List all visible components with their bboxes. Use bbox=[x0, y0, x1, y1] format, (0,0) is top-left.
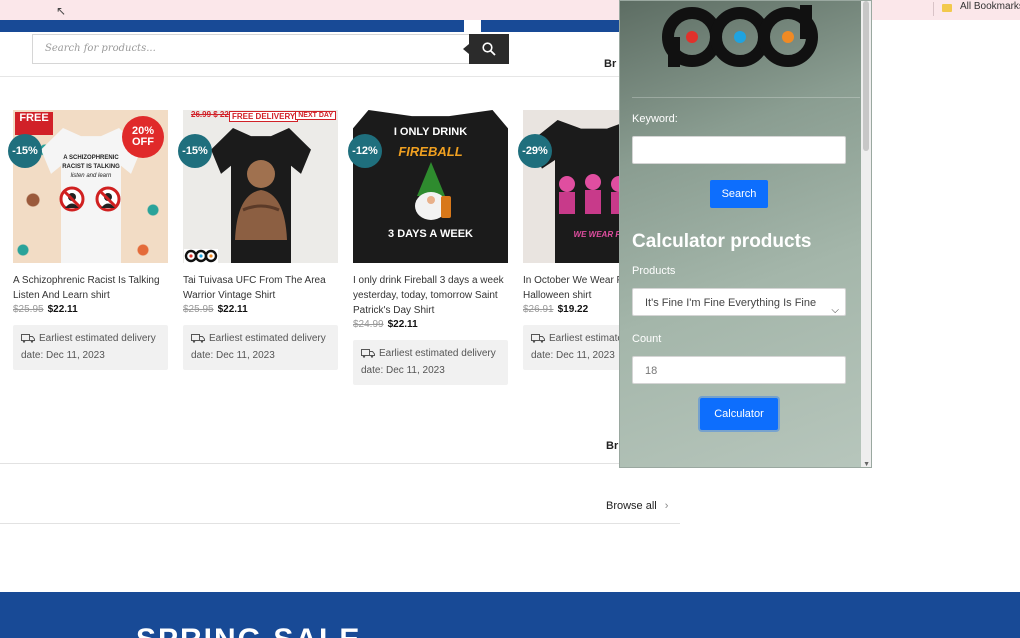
old-price: $25.95 bbox=[183, 304, 214, 315]
delivery-text: Earliest estimated delivery date: Dec 11… bbox=[191, 333, 326, 361]
truck-icon bbox=[531, 334, 545, 343]
banner-title: SPRING SALE bbox=[136, 623, 361, 638]
browse-link-partial[interactable]: Br bbox=[606, 440, 618, 452]
browse-all-link[interactable]: Browse all › bbox=[606, 500, 668, 512]
search-icon bbox=[482, 42, 496, 56]
truck-icon bbox=[21, 334, 35, 343]
search-input[interactable]: Search for products... bbox=[32, 34, 469, 64]
new-price: $22.11 bbox=[217, 304, 248, 315]
free-badge: FREE bbox=[15, 112, 53, 135]
delivery-estimate: Earliest estimated delivery date: Dec 11… bbox=[183, 325, 338, 370]
product-card[interactable]: FREE 20% OFF A SCHIZOPHRENIC RACIST IS T… bbox=[8, 110, 168, 370]
pod-logo-icon bbox=[184, 249, 218, 263]
mouse-cursor-icon: ↖ bbox=[56, 4, 67, 18]
product-card[interactable]: I ONLY DRINK FIREBALL 3 DAYS A WEEK -12%… bbox=[348, 110, 508, 385]
keyword-label: Keyword: bbox=[632, 113, 678, 125]
popup-divider bbox=[632, 97, 860, 98]
nav-bar bbox=[0, 20, 464, 32]
chevron-right-icon: › bbox=[664, 500, 669, 512]
delivery-text: Earliest estimated delivery date: Dec 11… bbox=[21, 333, 156, 361]
folder-icon[interactable] bbox=[942, 4, 952, 12]
discount-badge: -29% bbox=[518, 134, 552, 168]
shirt-text-line3: listen and learn bbox=[70, 173, 112, 179]
no-symbol-icon bbox=[95, 186, 121, 212]
product-image[interactable]: 26.99 $ 22.99 $ FREE DELIVERY NEXT DAY bbox=[183, 110, 338, 263]
shirt-text-top: I ONLY DRINK bbox=[393, 126, 468, 138]
products-label: Products bbox=[632, 265, 676, 277]
pod-logo-icon bbox=[662, 5, 818, 67]
product-image[interactable]: FREE 20% OFF A SCHIZOPHRENIC RACIST IS T… bbox=[13, 110, 168, 263]
scroll-down-icon[interactable]: ▼ bbox=[863, 461, 870, 467]
header-link-partial[interactable]: Br bbox=[604, 58, 616, 70]
old-price: $26.91 bbox=[523, 304, 554, 315]
product-title[interactable]: Tai Tuivasa UFC From The Area Warrior Vi… bbox=[183, 273, 338, 303]
shirt-text-line2: RACIST IS TALKING bbox=[62, 164, 120, 170]
extension-popup: Keyword: Search Calculator products Prod… bbox=[619, 0, 872, 468]
no-symbol-icon bbox=[59, 186, 85, 212]
section-divider bbox=[0, 523, 680, 524]
discount-badge: -15% bbox=[8, 134, 42, 168]
products-selected-value: It's Fine I'm Fine Everything Is Fine bbox=[645, 297, 817, 309]
product-title[interactable]: I only drink Fireball 3 days a week yest… bbox=[353, 273, 508, 318]
chevron-down-icon: ⌵ bbox=[831, 305, 839, 316]
next-day-badge: NEXT DAY bbox=[295, 111, 336, 120]
delivery-estimate: Earliest estimated delivery date: Dec 11… bbox=[13, 325, 168, 370]
shirt-text-line1: A SCHIZOPHRENIC bbox=[63, 155, 119, 161]
truck-icon bbox=[361, 349, 375, 358]
gnome-graphic bbox=[415, 162, 451, 220]
search-button[interactable]: Search bbox=[710, 180, 768, 208]
free-delivery-badge: FREE DELIVERY bbox=[229, 111, 299, 122]
popup-scrollbar[interactable]: ▼ bbox=[861, 1, 871, 467]
old-price: $25.95 bbox=[13, 304, 44, 315]
portrait-graphic bbox=[235, 160, 287, 240]
delivery-estimate: Earliest estimated delivery date: Dec 11… bbox=[353, 340, 508, 385]
browse-all-label: Browse all bbox=[606, 500, 657, 512]
product-price: $25.95 $22.11 bbox=[183, 304, 338, 315]
bookmarks-divider bbox=[933, 2, 934, 16]
product-title[interactable]: A Schizophrenic Racist Is Talking Listen… bbox=[13, 273, 168, 303]
product-price: $24.99 $22.11 bbox=[353, 319, 508, 330]
delivery-text: Earliest estimated delivery date: Dec 11… bbox=[361, 348, 496, 376]
count-input[interactable]: 18 bbox=[632, 356, 846, 384]
truck-icon bbox=[191, 334, 205, 343]
product-price: $25.95 $22.11 bbox=[13, 304, 168, 315]
new-price: $22.11 bbox=[47, 304, 78, 315]
product-image[interactable]: I ONLY DRINK FIREBALL 3 DAYS A WEEK bbox=[353, 110, 508, 263]
keyword-input[interactable] bbox=[632, 136, 846, 164]
count-label: Count bbox=[632, 333, 662, 345]
discount-badge: -15% bbox=[178, 134, 212, 168]
all-bookmarks-link[interactable]: All Bookmarks bbox=[960, 1, 1020, 12]
product-card[interactable]: 26.99 $ 22.99 $ FREE DELIVERY NEXT DAY -… bbox=[178, 110, 338, 370]
sale-badge: 20% OFF bbox=[122, 116, 164, 158]
shirt-text-middle: FIREBALL bbox=[398, 144, 463, 159]
calculator-button[interactable]: Calculator bbox=[700, 398, 778, 430]
nav-bar-right bbox=[481, 20, 621, 32]
new-price: $22.11 bbox=[387, 319, 418, 330]
section-divider bbox=[0, 463, 620, 464]
spring-sale-banner[interactable]: SPRING SALE bbox=[0, 592, 1020, 638]
new-price: $19.22 bbox=[557, 304, 589, 315]
discount-badge: -12% bbox=[348, 134, 382, 168]
shirt-text-bottom: 3 DAYS A WEEK bbox=[388, 228, 473, 240]
header-divider bbox=[0, 76, 620, 77]
search-button[interactable] bbox=[463, 34, 509, 64]
scrollbar-thumb[interactable] bbox=[863, 1, 869, 151]
products-select[interactable]: It's Fine I'm Fine Everything Is Fine ⌵ bbox=[632, 288, 846, 316]
old-price: $24.99 bbox=[353, 319, 384, 330]
calculator-heading: Calculator products bbox=[632, 231, 812, 252]
